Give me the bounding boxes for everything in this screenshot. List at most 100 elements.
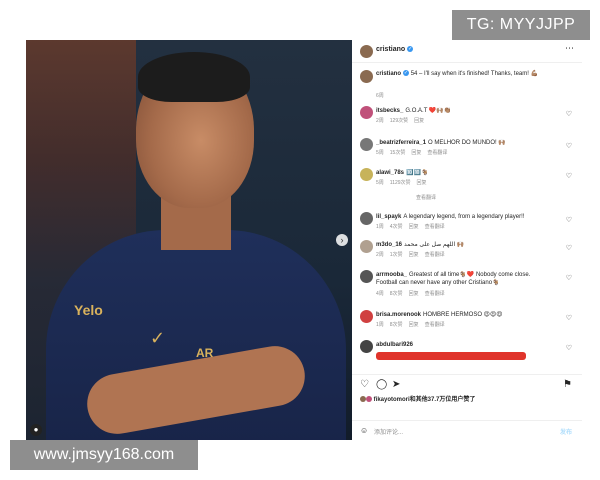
reply-button[interactable]: 回复	[417, 180, 427, 186]
see-translation-link[interactable]: 查看翻译	[425, 224, 445, 230]
tagged-user-icon[interactable]: ●	[30, 424, 42, 436]
avatar[interactable]	[360, 240, 373, 253]
comment-time: 1周	[376, 322, 384, 328]
comment-time: 5周	[376, 180, 384, 186]
comment-line: abdulbari926	[376, 341, 556, 349]
reply-button[interactable]: 回复	[409, 224, 419, 230]
post-button[interactable]: 发布	[560, 427, 572, 436]
comment-meta: 1周 4次赞 回复 查看翻译	[376, 223, 451, 230]
comment-time: 2周	[376, 252, 384, 258]
post-sidebar: cristiano ✓ ⋯ cristiano ✓ 54 – I'll say wh…	[352, 40, 582, 440]
reply-button[interactable]: 回复	[414, 118, 424, 124]
comment: alawi_78s 🔟🔟🐐 5周 1129次赞 回复 查看翻译 ♡	[352, 166, 582, 201]
shirt-logo-icon: ✓	[150, 328, 166, 348]
heart-icon[interactable]: ♡	[566, 274, 572, 282]
add-comment-bar: ☺ 添加评论... 发布	[352, 420, 582, 441]
see-translation-link[interactable]: 查看翻译	[425, 252, 445, 258]
see-translation-link[interactable]: 查看翻译	[425, 322, 445, 328]
see-translation-link[interactable]: 查看翻译	[427, 150, 447, 156]
shirt-brand: AR	[196, 346, 214, 360]
heart-icon[interactable]: ♡	[566, 216, 572, 224]
more-horizontal-icon[interactable]: ⋯	[565, 43, 574, 54]
comment-user[interactable]: _beatrizferreira_1	[376, 140, 426, 146]
comment-likes[interactable]: 1129次赞	[390, 180, 411, 186]
comment-line: arrmooba_ Greatest of all time🐐❤️ Nobody …	[376, 271, 552, 287]
verified-icon: ✓	[407, 46, 414, 53]
header-username[interactable]: cristiano ✓	[376, 46, 414, 53]
comment: itsbecks_ G.O.A.T ❤️🙌🏽👏🏽 2周 129次赞 回复 ♡	[352, 104, 582, 130]
comment-likes[interactable]: 8次赞	[390, 322, 403, 328]
comment: _beatrizferreira_1 O MELHOR DO MUNDO! 🙌🏽 …	[352, 136, 582, 170]
action-bar: ♡ ◯ ➤ ⚑	[352, 374, 582, 393]
caption-username[interactable]: cristiano	[376, 71, 401, 77]
comment-line: _beatrizferreira_1 O MELHOR DO MUNDO! 🙌🏽	[376, 139, 556, 147]
avatar[interactable]	[360, 340, 373, 353]
comment-user[interactable]: m3do_16	[376, 242, 402, 248]
comment: arrmooba_ Greatest of all time🐐❤️ Nobody …	[352, 268, 582, 306]
avatar[interactable]	[360, 106, 373, 119]
reply-button[interactable]: 回复	[409, 291, 419, 297]
comment-user[interactable]: brisa.morenook	[376, 312, 421, 318]
comment-line: brisa.morenook HOMBRE HERMOSO 😍😍😍	[376, 311, 556, 319]
comment-line: m3do_16 اللهم صل على محمد 🙌🏽	[376, 241, 556, 249]
heart-icon[interactable]: ♡	[566, 142, 572, 150]
reply-button[interactable]: 回复	[409, 322, 419, 328]
likes-summary[interactable]: fikayotomori和其他37.7万位用户赞了	[360, 394, 475, 403]
comment-user[interactable]: alawi_78s	[376, 170, 404, 176]
avatar[interactable]	[360, 270, 373, 283]
comment-time: 5周	[376, 150, 384, 156]
heart-icon[interactable]: ♡	[566, 344, 572, 352]
comment-icon[interactable]: ◯	[376, 379, 387, 390]
comment-likes[interactable]: 129次赞	[390, 118, 408, 124]
comment-text: A legendary legend, from a legendary pla…	[403, 214, 525, 220]
caption-text: cristiano ✓ 54 – I'll say when it's finis…	[376, 70, 566, 78]
comment-text: O MELHOR DO MUNDO! 🙌🏽	[428, 140, 506, 146]
watermark-bottom: www.jmsyy168.com	[10, 440, 198, 470]
comment-text: G.O.A.T ❤️🙌🏽👏🏽	[405, 108, 452, 114]
comment-user[interactable]: abdulbari926	[376, 342, 413, 348]
carousel-dots	[180, 432, 204, 440]
heart-icon[interactable]: ♡	[566, 244, 572, 252]
comment-time: 4周	[376, 291, 384, 297]
heart-icon[interactable]: ♡	[566, 172, 572, 180]
header-username-text[interactable]: cristiano	[376, 46, 405, 53]
heart-icon[interactable]: ♡	[566, 110, 572, 118]
comment: abdulbari926 ♡	[352, 338, 582, 364]
comment: brisa.morenook HOMBRE HERMOSO 😍😍😍 1周 8次赞 回复…	[352, 308, 582, 334]
avatar[interactable]	[360, 45, 373, 58]
next-arrow-icon[interactable]: ›	[336, 234, 348, 246]
comment-meta: 2周 1次赞 回复 查看翻译	[376, 251, 451, 258]
player-hair	[138, 52, 250, 102]
comment-user[interactable]: itsbecks_	[376, 108, 403, 114]
post-header: cristiano ✓ ⋯	[352, 40, 582, 63]
comment: m3do_16 اللهم صل على محمد 🙌🏽 2周 1次赞 回复 查看翻译 …	[352, 238, 582, 272]
avatar[interactable]	[360, 212, 373, 225]
comment-input[interactable]: 添加评论...	[374, 427, 403, 436]
see-translation-link[interactable]: 查看翻译	[425, 291, 445, 297]
heart-icon[interactable]: ♡	[360, 379, 369, 390]
avatar[interactable]	[360, 138, 373, 151]
avatar[interactable]	[360, 310, 373, 323]
comment-user[interactable]: lil_spayk	[376, 214, 401, 220]
avatar[interactable]	[360, 70, 373, 83]
avatar[interactable]	[360, 168, 373, 181]
reply-button[interactable]: 回复	[411, 150, 421, 156]
caption-time: 6周	[376, 93, 384, 99]
comment-likes[interactable]: 1次赞	[390, 252, 403, 258]
heart-icon[interactable]: ♡	[566, 314, 572, 322]
see-translation-link[interactable]: 查看翻译	[416, 194, 436, 201]
comment-likes[interactable]: 4次赞	[390, 224, 403, 230]
comment-user[interactable]: arrmooba_	[376, 272, 407, 278]
comment-time: 2周	[376, 118, 384, 124]
comment-meta: 4周 8次赞 回复 查看翻译	[376, 290, 451, 297]
comment-meta: 5周 15次赞 回复 查看翻译	[376, 149, 453, 156]
emoji-icon[interactable]: ☺	[360, 426, 368, 435]
reply-button[interactable]: 回复	[409, 252, 419, 258]
likes-text[interactable]: fikayotomori和其他37.7万位用户赞了	[374, 397, 476, 403]
share-icon[interactable]: ➤	[392, 379, 400, 390]
comment-likes[interactable]: 8次赞	[390, 291, 403, 297]
avatar	[366, 396, 372, 403]
post-photo[interactable]: Yelo ✓ AR › ●	[26, 40, 352, 440]
bookmark-icon[interactable]: ⚑	[563, 379, 572, 390]
comment-likes[interactable]: 15次赞	[390, 150, 406, 156]
